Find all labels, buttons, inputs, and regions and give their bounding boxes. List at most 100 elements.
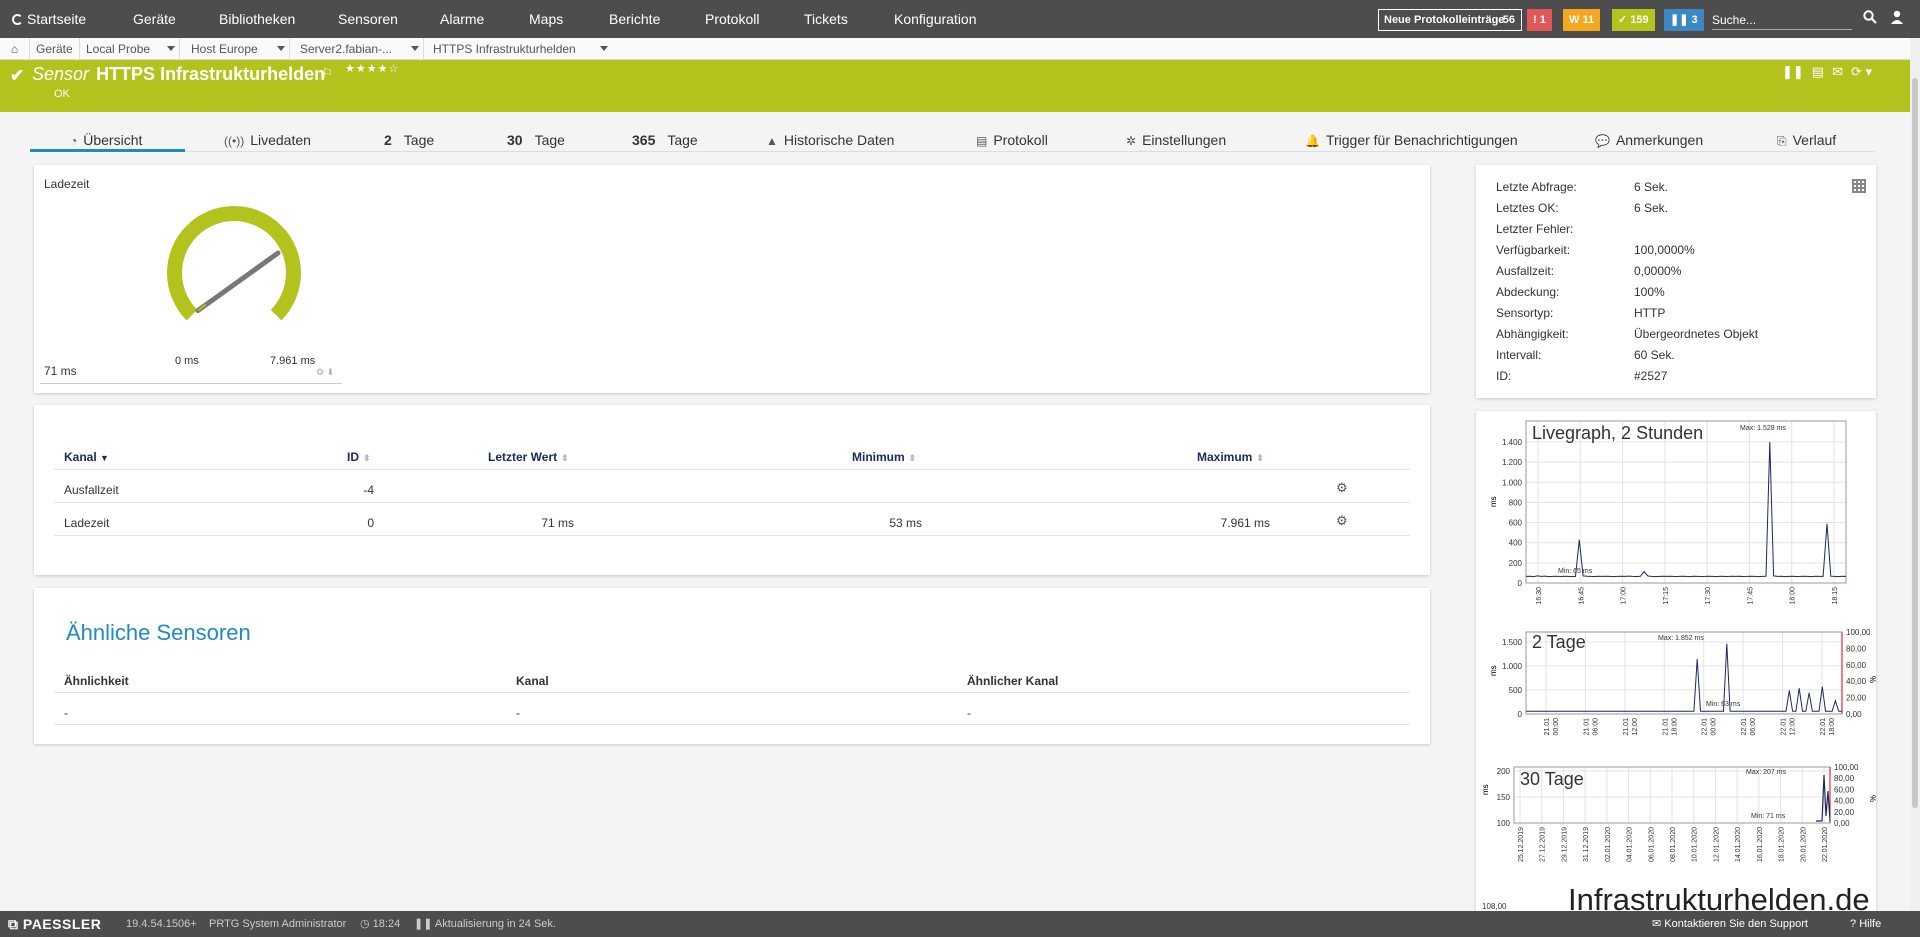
footer-user[interactable]: PRTG System Administrator [209,911,346,937]
refresh-icon[interactable]: ⟳ ▾ [1851,64,1872,79]
channel-name[interactable]: Ladezeit [64,516,109,530]
check-icon: ✔ [10,66,25,85]
x-tick-label: 08.01.2020 [1670,827,1677,862]
user-icon[interactable] [1890,10,1904,24]
column-header-minimum-label: Minimum [852,450,905,464]
warning-badge-yellow[interactable]: W 11 [1563,9,1601,31]
search-input[interactable] [1712,10,1852,30]
nav-logs[interactable]: Protokoll [705,0,759,38]
nav-libraries[interactable]: Bibliotheken [219,0,295,38]
column-header-minimum[interactable]: Minimum ⬍ [852,450,916,464]
chevron-down-icon [277,46,285,51]
nav-reports[interactable]: Berichte [609,0,660,38]
tab-30-days[interactable]: 30 Tage [507,128,565,152]
page-scrollbar[interactable] [1910,38,1920,911]
nav-home[interactable]: Startseite [12,0,86,38]
sensor-info-card: Letzte Abfrage: 6 Sek. Letztes OK: 6 Sek. … [1476,165,1876,398]
tab-365-days[interactable]: 365 Tage [632,128,698,152]
scrollbar-thumb[interactable] [1912,78,1918,808]
nav-sensors[interactable]: Sensoren [338,0,398,38]
column-header-channel[interactable]: Kanal ▼ [64,450,109,464]
info-value: HTTP [1634,306,1666,320]
qr-code-icon[interactable] [1852,179,1866,193]
nav-setup[interactable]: Konfiguration [894,0,977,38]
right-tick-label: 20,00 [1834,808,1855,817]
tab-live-data[interactable]: ((•)) Livedaten [224,128,311,152]
channel-settings-icon[interactable]: ⚙ [1336,513,1348,529]
nav-tickets[interactable]: Tickets [804,0,848,38]
tab-settings[interactable]: ✲ Einstellungen [1126,128,1226,152]
breadcrumb-home-icon[interactable]: ⌂ [0,38,30,60]
nav-maps[interactable]: Maps [529,0,563,38]
tab-settings-label: Einstellungen [1142,132,1227,148]
report-icon[interactable]: ▤ [1812,64,1824,79]
two-day-right-ticks: 100,00 80,00 60,00 40,00 20,00 0,00 [1846,628,1871,719]
channel-name[interactable]: Ausfallzeit [64,483,119,497]
footer-clock: ◷ 18:24 [360,911,400,937]
new-log-entries-button[interactable]: Neue Protokolleinträge 56 [1378,9,1522,31]
column-header-channel: Kanal [516,674,549,688]
gauge-divider [40,383,342,384]
x-tick-label: 31.12.2019 [1583,827,1590,862]
pause-icon[interactable]: ❚❚ [1782,64,1804,79]
row-divider [54,502,1410,503]
tab-2-days[interactable]: 2 Tage [384,128,434,152]
y-tick-label: 0 [1518,710,1523,719]
tab-history[interactable]: ⎘ Verlauf [1777,128,1836,152]
info-key: Abhängigkeit: [1496,327,1569,341]
badge-green-count: 159 [1630,14,1649,26]
column-header-similar-channel: Ähnlicher Kanal [967,674,1059,688]
row-divider [54,535,1410,536]
thirty-day-series [1816,774,1831,822]
nav-devices[interactable]: Geräte [133,0,176,38]
priority-stars[interactable]: ★★★★☆ [345,62,399,75]
breadcrumb-devices[interactable]: Geräte [30,38,80,60]
column-header-maximum[interactable]: Maximum ⬍ [1197,450,1264,464]
footer-refresh[interactable]: ❚❚ Aktualisierung in 24 Sek. [414,911,556,937]
breadcrumb-probe[interactable]: Local Probe [80,38,180,60]
two-day-series [1526,643,1842,712]
tab-30-days-num: 30 [507,132,523,148]
column-header-id[interactable]: ID ⬍ [347,450,371,464]
ok-badge-green[interactable]: ✓ 159 [1612,9,1655,31]
nav-alarms[interactable]: Alarme [440,0,484,38]
paused-badge-blue[interactable]: ❚❚ 3 [1664,9,1704,31]
gauge-icon: ◔ [70,134,78,148]
footer-time: 18:24 [372,918,401,930]
right-tick-label: 0,00 [1834,819,1850,828]
tab-overview[interactable]: ◔ Übersicht [30,128,185,152]
thirty-day-right-label: % [1868,795,1876,802]
live-signal-icon: ((•)) [224,134,245,148]
tab-notification-triggers[interactable]: 🔔 Trigger für Benachrichtigungen [1305,128,1518,152]
tab-comments[interactable]: 💬 Anmerkungen [1595,128,1703,152]
livegraph-y-ticks: 1.400 1.200 1.000 800 600 400 200 0 [1502,438,1523,588]
similar-sensors-title: Ähnliche Sensoren [66,620,251,645]
column-header-last-value[interactable]: Letzter Wert ⬍ [488,450,569,464]
tab-log[interactable]: ▤ Protokoll [976,128,1048,152]
x-tick-label: 22.01 [1702,718,1709,736]
gauge-tools-icon[interactable]: ⚙ ⬇ [316,367,334,378]
email-icon[interactable]: ✉ [1832,64,1843,79]
info-key: Sensortyp: [1496,306,1554,320]
info-value[interactable]: Übergeordnetes Objekt [1634,327,1758,341]
breadcrumb-group[interactable]: Host Europe [185,38,290,60]
y-tick-label: 800 [1509,498,1523,507]
sort-icon: ⬍ [561,453,569,463]
x-tick-label: 16:45 [1578,587,1585,605]
info-row: Abdeckung: 100% [1496,284,1665,300]
alarm-badge-red[interactable]: ! 1 [1527,9,1552,31]
gauge-min-label: 0 ms [175,355,199,367]
channel-settings-icon[interactable]: ⚙ [1336,480,1348,496]
search-icon[interactable] [1863,10,1877,24]
mini-graphs-card: 1.400 1.200 1.000 800 600 400 200 0 16:30 16:45 1… [1476,411,1876,911]
tab-overview-label: Übersicht [83,132,143,148]
info-row: Abhängigkeit: Übergeordnetes Objekt [1496,326,1758,342]
breadcrumb-device[interactable]: Server2.fabian-... [294,38,424,60]
flag-icon[interactable]: ⚐ [322,66,333,80]
channel-value: - [516,706,520,720]
breadcrumb-sensor[interactable]: HTTPS Infrastrukturhelden [427,38,612,60]
tab-historic-data[interactable]: ▲ Historische Daten [766,128,894,152]
x-tick-label: 00:00 [1553,718,1560,736]
info-row: Sensortyp: HTTP [1496,305,1665,321]
log-entries-label: Neue Protokolleinträge [1384,14,1505,26]
